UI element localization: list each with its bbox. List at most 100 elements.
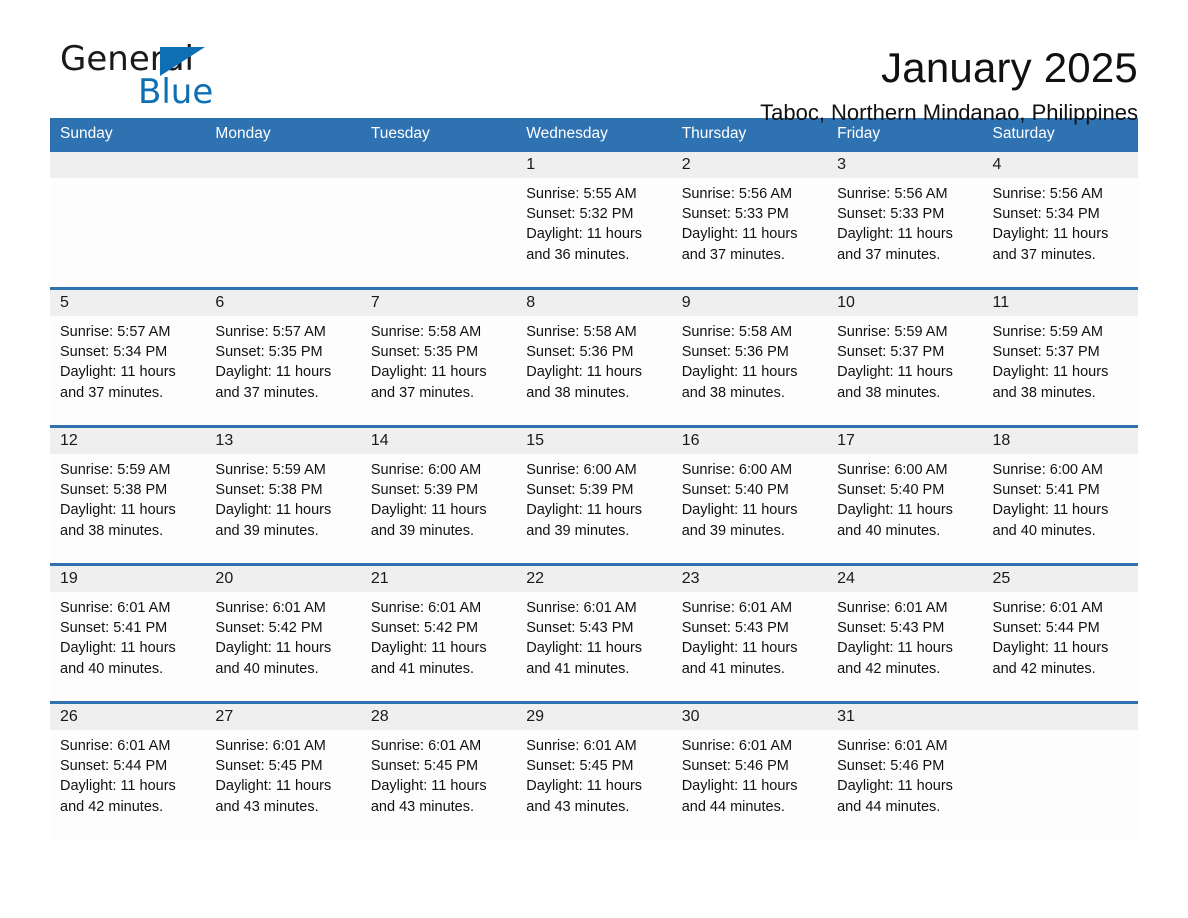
daylight-text-line1: Daylight: 11 hours [837, 226, 953, 243]
calendar-week-row: 12 Sunrise: 5:59 AM Sunset: 5:38 PM Dayligh… [50, 425, 1138, 563]
daylight-text-line2: and 41 minutes. [526, 660, 630, 677]
day-cell-30[interactable]: 30 Sunrise: 6:01 AM Sunset: 5:46 PM Dayligh… [671, 704, 828, 839]
sunrise-text: Sunrise: 5:59 AM [215, 462, 326, 478]
day-cell-10[interactable]: 10 Sunrise: 5:59 AM Sunset: 5:37 PM Dayligh… [827, 290, 983, 425]
sunrise-text: Sunrise: 6:01 AM [837, 738, 948, 754]
day-cell-21[interactable]: 21 Sunrise: 6:01 AM Sunset: 5:42 PM Dayligh… [360, 566, 517, 701]
day-sun-info: Sunrise: 6:01 AM Sunset: 5:41 PM Daylight:… [50, 592, 205, 679]
day-number: 11 [992, 294, 1010, 311]
day-number-band: 19 [50, 566, 206, 592]
sunrise-text: Sunrise: 5:59 AM [60, 462, 171, 478]
sunset-text: Sunset: 5:44 PM [992, 620, 1100, 637]
day-sun-info: Sunrise: 5:57 AM Sunset: 5:34 PM Daylight:… [50, 316, 205, 403]
day-cell-31[interactable]: 31 Sunrise: 6:01 AM Sunset: 5:46 PM Dayligh… [827, 704, 983, 839]
daylight-text-line2: and 38 minutes. [837, 384, 941, 401]
day-cell-6[interactable]: 6 Sunrise: 5:57 AM Sunset: 5:35 PM Daylight… [205, 290, 361, 425]
day-cell-17[interactable]: 17 Sunrise: 6:00 AM Sunset: 5:40 PM Dayligh… [827, 428, 983, 563]
day-sun-info: Sunrise: 6:01 AM Sunset: 5:43 PM Daylight:… [672, 592, 827, 679]
daylight-text-line1: Daylight: 11 hours [681, 502, 798, 519]
day-cell-7[interactable]: 7 Sunrise: 5:58 AM Sunset: 5:35 PM Daylight… [360, 290, 517, 425]
day-number-band: 16 [671, 428, 828, 454]
day-cell-4[interactable]: 4 Sunrise: 5:56 AM Sunset: 5:34 PM Daylight… [982, 152, 1138, 287]
sunset-text: Sunset: 5:42 PM [370, 620, 479, 637]
day-cell-25[interactable]: 25 Sunrise: 6:01 AM Sunset: 5:44 PM Dayligh… [982, 566, 1138, 701]
day-number: 10 [837, 294, 855, 311]
day-cell-28[interactable]: 28 Sunrise: 6:01 AM Sunset: 5:45 PM Dayligh… [360, 704, 517, 839]
daylight-text-line2: and 37 minutes. [992, 246, 1096, 263]
daylight-text-line2: and 38 minutes. [681, 384, 785, 401]
daylight-text-line2: and 40 minutes. [215, 660, 319, 677]
day-cell-15[interactable]: 15 Sunrise: 6:00 AM Sunset: 5:39 PM Dayligh… [516, 428, 672, 563]
generalblue-logo[interactable]: General Blue [60, 42, 220, 114]
day-number-band [982, 704, 1138, 730]
day-number: 28 [370, 708, 389, 725]
sunset-text: Sunset: 5:33 PM [681, 206, 789, 223]
sunrise-text: Sunrise: 6:00 AM [681, 462, 793, 478]
day-cell-27[interactable]: 27 Sunrise: 6:01 AM Sunset: 5:45 PM Dayligh… [205, 704, 361, 839]
daylight-text-line1: Daylight: 11 hours [215, 364, 332, 381]
daylight-text-line2: and 40 minutes. [837, 522, 941, 539]
day-cell-20[interactable]: 20 Sunrise: 6:01 AM Sunset: 5:42 PM Dayligh… [205, 566, 361, 701]
sunrise-text: Sunrise: 6:01 AM [837, 600, 948, 616]
daylight-text-line2: and 36 minutes. [526, 246, 630, 263]
daylight-text-line2: and 44 minutes. [681, 798, 785, 815]
day-number: 8 [526, 294, 536, 311]
day-cell-24[interactable]: 24 Sunrise: 6:01 AM Sunset: 5:43 PM Dayligh… [827, 566, 983, 701]
day-sun-info: Sunrise: 5:59 AM Sunset: 5:38 PM Daylight:… [205, 454, 360, 541]
page-header: General Blue January 2025 Taboc, Norther… [50, 0, 1138, 125]
day-number: 22 [526, 570, 545, 587]
day-sun-info: Sunrise: 6:00 AM Sunset: 5:39 PM Daylight:… [361, 454, 516, 541]
day-cell-13[interactable]: 13 Sunrise: 5:59 AM Sunset: 5:38 PM Dayligh… [205, 428, 361, 563]
day-cell-11[interactable]: 11 Sunrise: 5:59 AM Sunset: 5:37 PM Dayligh… [982, 290, 1138, 425]
day-cell-3[interactable]: 3 Sunrise: 5:56 AM Sunset: 5:33 PM Daylight… [827, 152, 983, 287]
day-cell-12[interactable]: 12 Sunrise: 5:59 AM Sunset: 5:38 PM Dayligh… [50, 428, 206, 563]
sunset-text: Sunset: 5:44 PM [60, 758, 168, 775]
day-cell-9[interactable]: 9 Sunrise: 5:58 AM Sunset: 5:36 PM Daylight… [671, 290, 828, 425]
daylight-text-line1: Daylight: 11 hours [681, 640, 798, 657]
day-sun-info: Sunrise: 5:59 AM Sunset: 5:37 PM Daylight:… [983, 316, 1138, 403]
sunset-text: Sunset: 5:41 PM [60, 620, 168, 637]
day-cell-2[interactable]: 2 Sunrise: 5:56 AM Sunset: 5:33 PM Daylight… [671, 152, 828, 287]
day-number: 13 [215, 432, 234, 449]
day-sun-info: Sunrise: 6:01 AM Sunset: 5:46 PM Daylight:… [672, 730, 827, 817]
sunset-text: Sunset: 5:32 PM [526, 206, 634, 223]
day-sun-info: Sunrise: 5:58 AM Sunset: 5:36 PM Daylight:… [516, 316, 671, 403]
day-number-band: 31 [827, 704, 983, 730]
day-cell-26[interactable]: 26 Sunrise: 6:01 AM Sunset: 5:44 PM Dayligh… [50, 704, 206, 839]
sunset-text: Sunset: 5:43 PM [681, 620, 789, 637]
day-cell-29[interactable]: 29 Sunrise: 6:01 AM Sunset: 5:45 PM Dayligh… [516, 704, 672, 839]
day-cell-8[interactable]: 8 Sunrise: 5:58 AM Sunset: 5:36 PM Daylight… [516, 290, 672, 425]
daylight-text-line1: Daylight: 11 hours [837, 502, 953, 519]
day-number-band: 13 [205, 428, 361, 454]
day-cell-1[interactable]: 1 Sunrise: 5:55 AM Sunset: 5:32 PM Daylight… [516, 152, 672, 287]
day-number: 19 [60, 570, 78, 587]
day-cell-empty [205, 152, 361, 287]
day-number-band: 4 [982, 152, 1138, 178]
day-cell-5[interactable]: 5 Sunrise: 5:57 AM Sunset: 5:34 PM Daylight… [50, 290, 206, 425]
sunset-text: Sunset: 5:41 PM [992, 482, 1100, 499]
calendar-grid: Sunday Monday Tuesday Wednesday Thursday Frid… [50, 118, 1138, 839]
day-cell-16[interactable]: 16 Sunrise: 6:00 AM Sunset: 5:40 PM Dayligh… [671, 428, 828, 563]
logo-text-blue: Blue [138, 72, 214, 112]
day-cell-19[interactable]: 19 Sunrise: 6:01 AM Sunset: 5:41 PM Dayligh… [50, 566, 206, 701]
day-number: 20 [215, 570, 234, 587]
day-sun-info: Sunrise: 5:56 AM Sunset: 5:33 PM Daylight:… [827, 178, 982, 265]
daylight-text-line2: and 44 minutes. [837, 798, 941, 815]
day-number: 15 [526, 432, 545, 449]
day-number-band: 20 [205, 566, 361, 592]
sunrise-text: Sunrise: 6:01 AM [60, 600, 171, 616]
calendar-weeks: 1 Sunrise: 5:55 AM Sunset: 5:32 PM Daylight… [50, 149, 1138, 839]
daylight-text-line1: Daylight: 11 hours [837, 640, 953, 657]
day-sun-info: Sunrise: 5:59 AM Sunset: 5:37 PM Daylight:… [827, 316, 982, 403]
daylight-text-line1: Daylight: 11 hours [370, 364, 487, 381]
day-number: 21 [370, 570, 389, 587]
sunrise-text: Sunrise: 6:01 AM [370, 738, 482, 754]
day-cell-22[interactable]: 22 Sunrise: 6:01 AM Sunset: 5:43 PM Dayligh… [516, 566, 672, 701]
day-cell-18[interactable]: 18 Sunrise: 6:00 AM Sunset: 5:41 PM Dayligh… [982, 428, 1138, 563]
day-cell-23[interactable]: 23 Sunrise: 6:01 AM Sunset: 5:43 PM Dayligh… [671, 566, 828, 701]
sunrise-text: Sunrise: 6:01 AM [526, 738, 637, 754]
day-number: 16 [681, 432, 700, 449]
day-cell-14[interactable]: 14 Sunrise: 6:00 AM Sunset: 5:39 PM Dayligh… [360, 428, 517, 563]
sunset-text: Sunset: 5:37 PM [992, 344, 1100, 361]
day-number-band: 1 [516, 152, 672, 178]
